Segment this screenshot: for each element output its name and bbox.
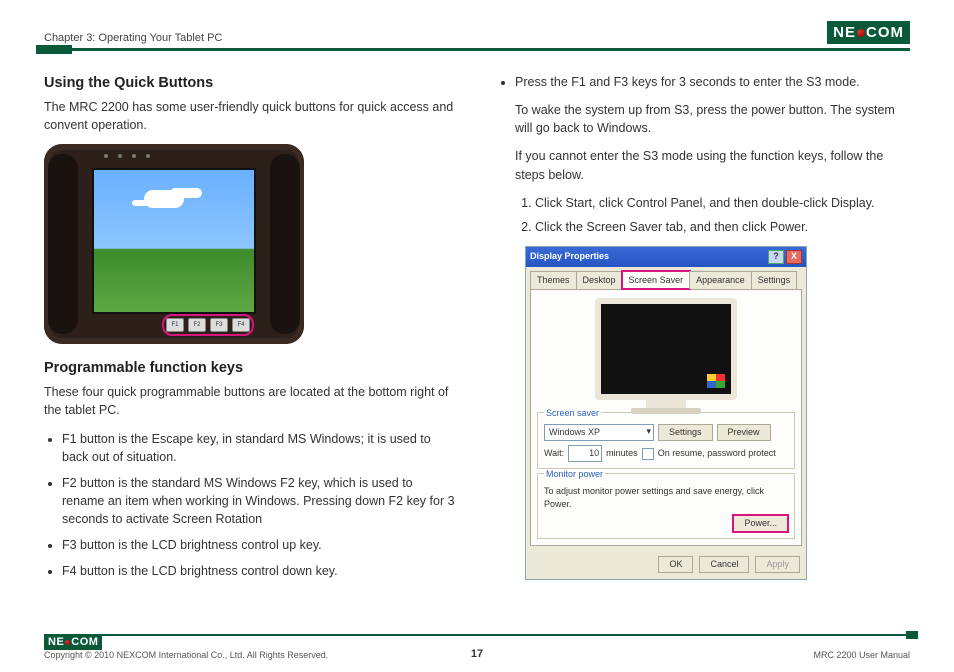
tab-screen-saver[interactable]: Screen Saver [622,271,691,289]
close-button[interactable]: X [786,250,802,264]
screensaver-select[interactable]: Windows XP [544,424,654,441]
page-number: 17 [44,648,910,660]
heading-quick-buttons: Using the Quick Buttons [44,73,457,94]
heading-prog-keys: Programmable function keys [44,358,457,379]
bullet-f1: F1 button is the Escape key, in standard… [62,430,457,466]
dialog-title: Display Properties [530,250,609,263]
ok-button[interactable]: OK [658,556,693,573]
resume-checkbox[interactable] [642,448,654,460]
wait-label: Wait: [544,447,564,460]
preview-button[interactable]: Preview [717,424,771,441]
wait-unit: minutes [606,447,638,460]
bullet-s3: Press the F1 and F3 keys for 3 seconds t… [515,73,910,91]
settings-button[interactable]: Settings [658,424,713,441]
brand-logo-top: NECOM [827,21,910,44]
text-prog-intro: These four quick programmable buttons ar… [44,383,457,419]
monitor-preview [591,298,741,408]
windows-flag-icon [707,374,725,388]
cancel-button[interactable]: Cancel [699,556,749,573]
tab-settings[interactable]: Settings [751,271,798,289]
screensaver-legend: Screen saver [544,408,601,418]
function-keys-highlight: F1 F2 F3 F4 [162,314,254,336]
wait-input[interactable]: 10 [568,445,602,462]
text-quick-intro: The MRC 2200 has some user-friendly quic… [44,98,457,134]
text-wake: To wake the system up from S3, press the… [515,101,910,137]
step-1: Click Start, click Control Panel, and th… [535,194,910,212]
fn-key: F1 [166,318,184,332]
tab-desktop[interactable]: Desktop [576,271,623,289]
fn-key: F3 [210,318,228,332]
chapter-label: Chapter 3: Operating Your Tablet PC [44,32,222,44]
monitor-power-legend: Monitor power [544,469,605,479]
text-if-cannot: If you cannot enter the S3 mode using th… [515,147,910,183]
resume-label: On resume, password protect [658,447,776,460]
display-properties-dialog: Display Properties ? X Themes Desktop Sc… [525,246,807,580]
help-button[interactable]: ? [768,250,784,264]
monitor-power-text: To adjust monitor power settings and sav… [544,485,788,511]
bullet-f2: F2 button is the standard MS Windows F2 … [62,474,457,528]
tab-appearance[interactable]: Appearance [689,271,752,289]
power-button[interactable]: Power... [733,515,788,532]
tab-themes[interactable]: Themes [530,271,577,289]
bullet-f3: F3 button is the LCD brightness control … [62,536,457,554]
bullet-f4: F4 button is the LCD brightness control … [62,562,457,580]
fn-key: F4 [232,318,250,332]
step-2: Click the Screen Saver tab, and then cli… [535,218,910,236]
fn-key: F2 [188,318,206,332]
apply-button[interactable]: Apply [755,556,800,573]
tablet-illustration: F1 F2 F3 F4 [44,144,304,344]
